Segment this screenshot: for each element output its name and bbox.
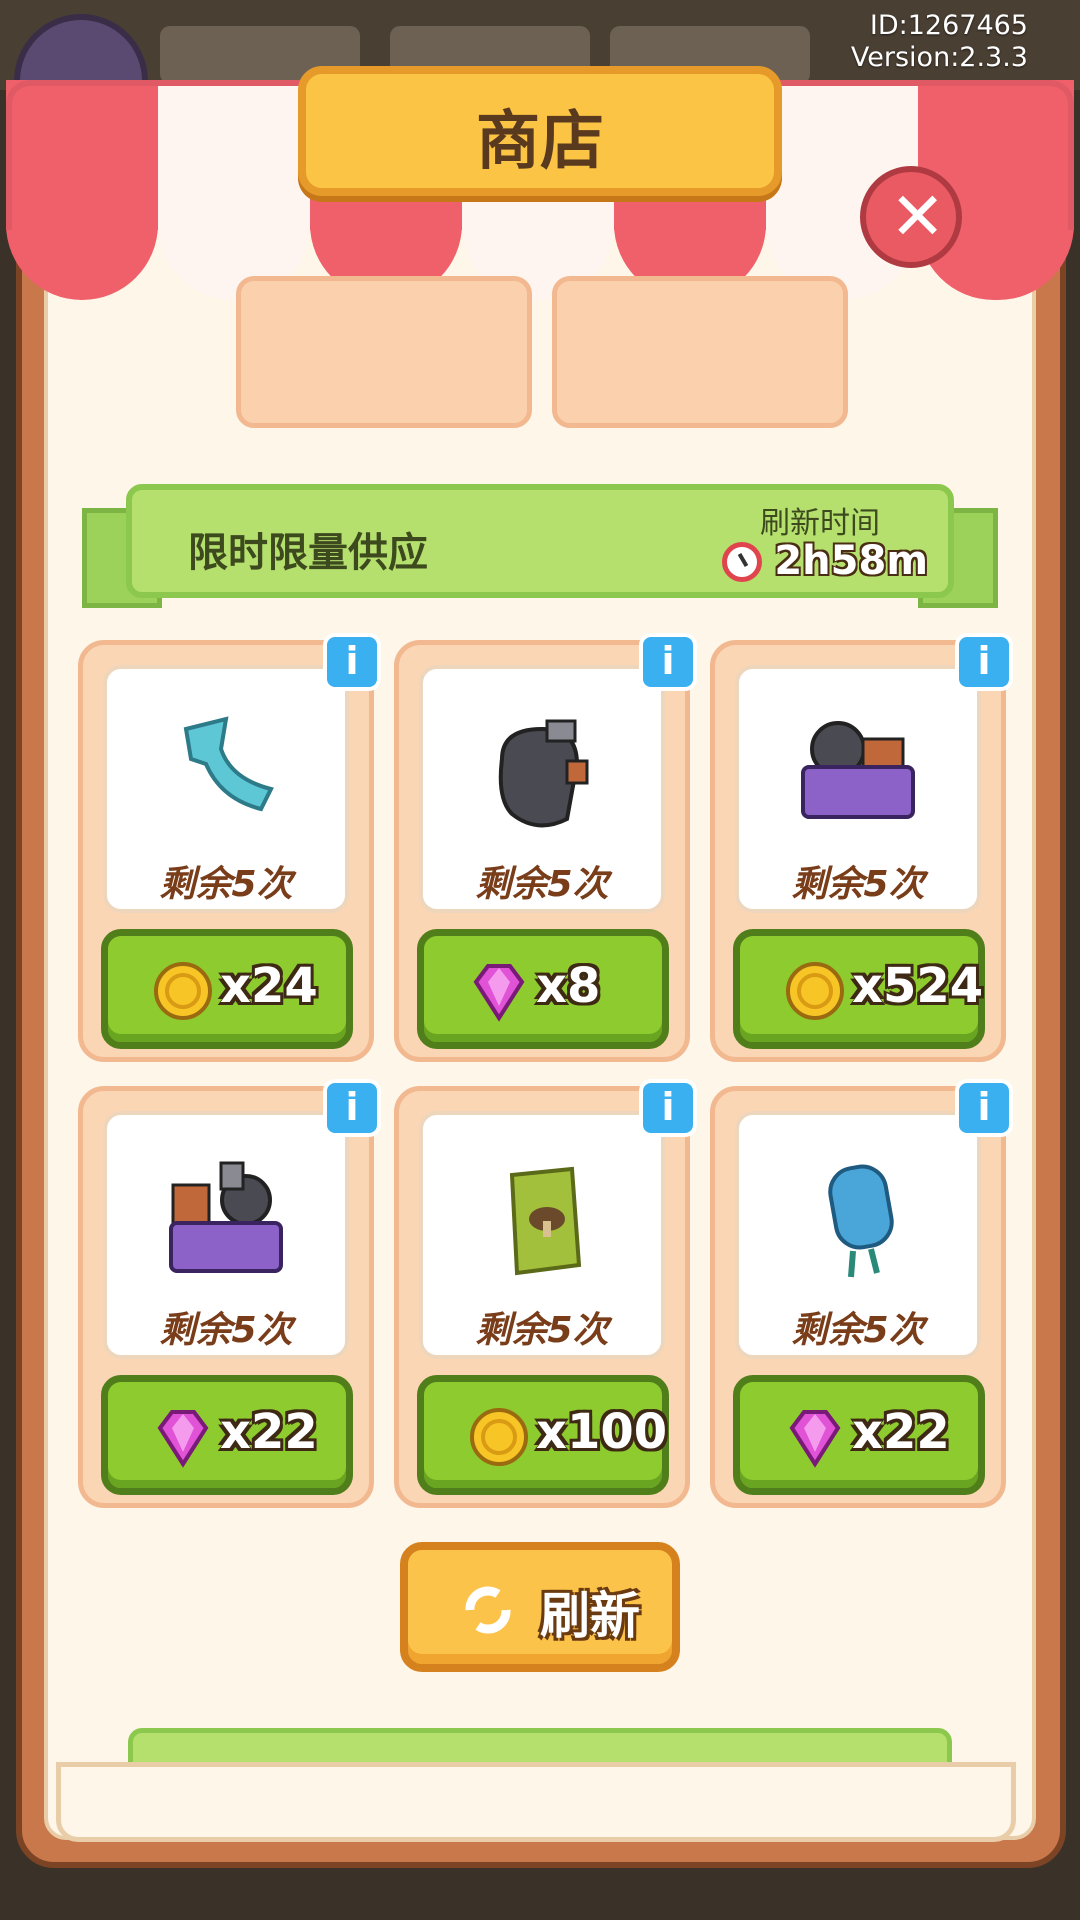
featured-slot-right bbox=[552, 276, 848, 428]
item-face: 剩余5次 bbox=[419, 1111, 665, 1359]
remaining-count: 剩余5次 bbox=[159, 864, 293, 905]
refresh-time-label: 刷新时间 bbox=[760, 506, 880, 541]
buy-button[interactable]: x24 bbox=[101, 929, 353, 1049]
refresh-timer: 2h58m bbox=[774, 538, 928, 584]
refresh-button[interactable]: 刷新 bbox=[400, 1542, 680, 1672]
featured-slot-left bbox=[236, 276, 532, 428]
price-label: x24 bbox=[220, 958, 318, 1014]
gold-coin-icon bbox=[470, 1408, 528, 1466]
price-label: x524 bbox=[852, 958, 984, 1014]
user-id-label: ID:1267465 bbox=[869, 10, 1028, 41]
section-title: 限时限量供应 bbox=[188, 530, 428, 576]
price-label: x22 bbox=[852, 1404, 950, 1460]
remaining-count: 剩余5次 bbox=[791, 864, 925, 905]
info-button[interactable]: i bbox=[955, 633, 1013, 691]
teal-scarf-icon bbox=[183, 716, 274, 812]
info-button[interactable]: i bbox=[323, 633, 381, 691]
info-button[interactable]: i bbox=[639, 633, 697, 691]
shop-item-card[interactable]: 剩余5次 i x22 bbox=[78, 1079, 381, 1508]
blue-capacitor-icon bbox=[828, 1164, 894, 1278]
buy-button[interactable]: x22 bbox=[733, 1375, 985, 1495]
gold-coin-icon bbox=[154, 962, 212, 1020]
price-label: x100 bbox=[536, 1404, 668, 1460]
clock-icon bbox=[722, 542, 762, 582]
buy-button[interactable]: x22 bbox=[101, 1375, 353, 1495]
shop-item-card[interactable]: 剩余5次 i x100 bbox=[394, 1079, 697, 1508]
close-icon: ✕ bbox=[890, 178, 946, 255]
close-button[interactable]: ✕ bbox=[860, 166, 962, 268]
gear-basket-icon bbox=[169, 1161, 283, 1273]
boxing-glove-icon bbox=[498, 719, 589, 828]
shop-item-card[interactable]: 剩余5次 i x524 bbox=[710, 633, 1013, 1062]
shop-item-card[interactable]: 剩余5次 i x8 bbox=[394, 633, 697, 1062]
shop-title-banner: 商店 bbox=[298, 66, 782, 196]
version-label: Version:2.3.3 bbox=[850, 42, 1028, 73]
refresh-button-label: 刷新 bbox=[540, 1587, 640, 1645]
remaining-count: 剩余5次 bbox=[791, 1310, 925, 1351]
refresh-icon bbox=[465, 1586, 511, 1634]
buy-button[interactable]: x524 bbox=[733, 929, 985, 1049]
info-button[interactable]: i bbox=[639, 1079, 697, 1137]
info-button[interactable]: i bbox=[955, 1079, 1013, 1137]
info-icon: i bbox=[661, 1085, 675, 1129]
price-label: x22 bbox=[220, 1404, 318, 1460]
info-icon: i bbox=[977, 639, 991, 683]
price-label: x8 bbox=[536, 958, 601, 1014]
shop-title: 商店 bbox=[476, 105, 604, 179]
gold-coin-icon bbox=[786, 962, 844, 1020]
purple-gem-icon bbox=[157, 1410, 209, 1468]
info-icon: i bbox=[661, 639, 675, 683]
item-face: 剩余5次 bbox=[103, 665, 349, 913]
purple-gem-icon bbox=[789, 1410, 841, 1468]
info-icon: i bbox=[977, 1085, 991, 1129]
info-icon: i bbox=[345, 1085, 359, 1129]
info-icon: i bbox=[345, 639, 359, 683]
remaining-count: 剩余5次 bbox=[159, 1310, 293, 1351]
equipment-basket-icon bbox=[801, 721, 915, 819]
item-face: 剩余5次 bbox=[735, 665, 981, 913]
buy-button[interactable]: x8 bbox=[417, 929, 669, 1049]
scroll-base bbox=[56, 1762, 1016, 1842]
remaining-count: 剩余5次 bbox=[475, 1310, 609, 1351]
shop-item-card[interactable]: 剩余5次 i x22 bbox=[710, 1079, 1013, 1508]
item-face: 剩余5次 bbox=[103, 1111, 349, 1359]
shop-item-card[interactable]: 剩余5次 i x24 bbox=[78, 633, 381, 1062]
limited-supply-ribbon: 限时限量供应 刷新时间 2h58m bbox=[126, 484, 954, 598]
buy-button[interactable]: x100 bbox=[417, 1375, 669, 1495]
remaining-count: 剩余5次 bbox=[475, 864, 609, 905]
item-face: 剩余5次 bbox=[419, 665, 665, 913]
item-face: 剩余5次 bbox=[735, 1111, 981, 1359]
purple-gem-icon bbox=[473, 964, 525, 1022]
mushroom-seed-bag-icon bbox=[509, 1166, 582, 1276]
info-button[interactable]: i bbox=[323, 1079, 381, 1137]
